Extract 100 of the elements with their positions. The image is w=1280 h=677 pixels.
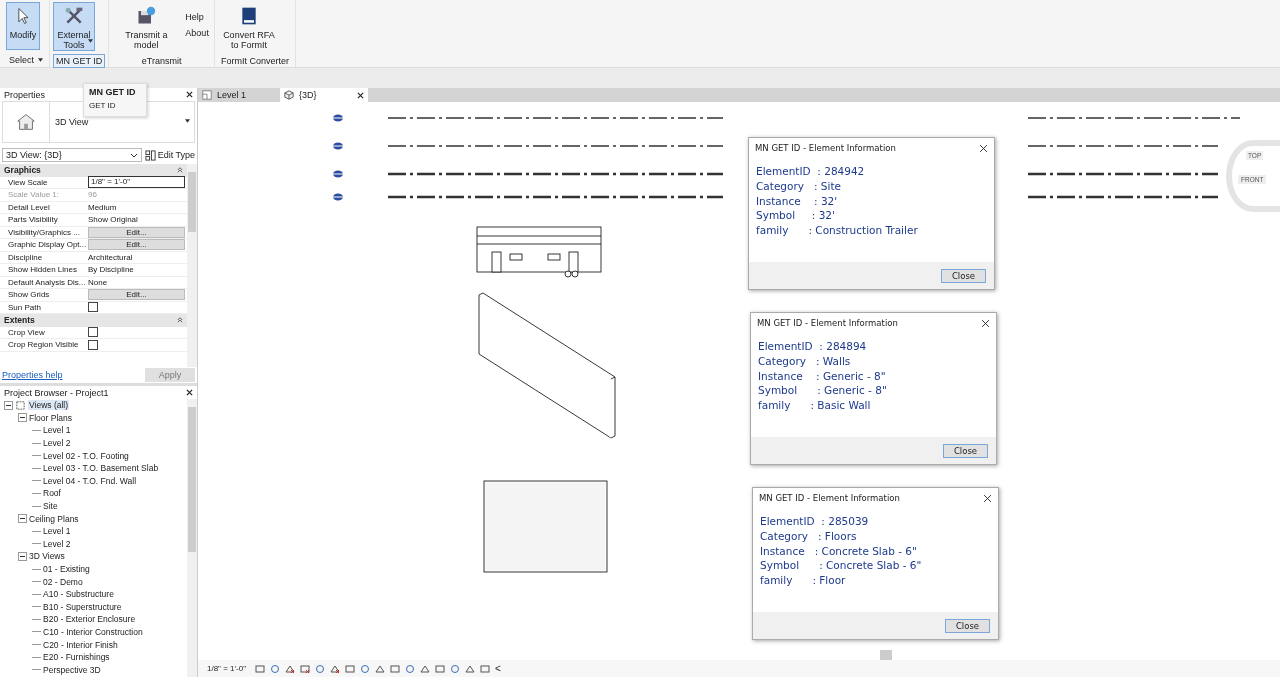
tooltip-title: MN GET ID: [89, 87, 137, 97]
tree-item[interactable]: Level 1: [43, 425, 71, 436]
ribbon-button[interactable]: Modify: [6, 2, 40, 50]
tree-item[interactable]: Floor Plans: [29, 412, 72, 423]
checkbox[interactable]: [88, 327, 98, 338]
panel-title[interactable]: MN GET ID: [53, 54, 106, 68]
tree-item[interactable]: C20 - Interior Finish: [43, 639, 118, 650]
info-line: ElementID : 285039: [760, 514, 870, 529]
view-control-icon[interactable]: [285, 663, 295, 674]
section-header[interactable]: Extents: [0, 314, 187, 327]
section-header[interactable]: Graphics: [0, 164, 187, 177]
close-icon[interactable]: [983, 493, 992, 503]
tree-item[interactable]: Level 2: [43, 438, 71, 449]
view-tab[interactable]: Level 1: [198, 88, 280, 102]
close-button[interactable]: Close: [943, 443, 988, 458]
level-marker-icon: [332, 142, 344, 150]
property-label: Default Analysis Dis...: [7, 277, 87, 287]
tree-item[interactable]: 01 - Existing: [43, 564, 90, 574]
close-icon[interactable]: [981, 318, 990, 328]
property-label: Visibility/Graphics ...: [7, 227, 81, 237]
expander-icon[interactable]: [18, 413, 27, 423]
tree-item[interactable]: 3D Views: [29, 551, 65, 562]
view-control-icon[interactable]: [270, 663, 280, 674]
info-line: ElementID : 284894: [758, 339, 868, 354]
close-icon[interactable]: [357, 91, 364, 99]
tree-item[interactable]: 02 - Demo: [43, 576, 83, 587]
view-tab[interactable]: {3D}: [280, 88, 368, 102]
close-button[interactable]: Close: [945, 618, 990, 633]
edit-button[interactable]: Edit...: [88, 289, 185, 301]
checkbox[interactable]: [88, 339, 98, 350]
scrollbar-thumb[interactable]: [880, 650, 892, 660]
property-label: Show Grids: [7, 290, 51, 300]
view-control-icon[interactable]: [405, 663, 415, 674]
ribbon-button[interactable]: External Tools: [53, 2, 95, 51]
dialog-title: MN GET ID - Element Information: [755, 143, 896, 153]
checkbox[interactable]: [88, 302, 98, 313]
chevron-icon: [129, 152, 138, 158]
edit-type-button[interactable]: Edit Type: [144, 149, 195, 161]
ribbon-button[interactable]: Help: [183, 12, 211, 22]
expander-icon[interactable]: [18, 551, 27, 561]
property-label: Crop View: [7, 327, 46, 337]
info-line: family : Construction Trailer: [756, 223, 919, 238]
tree-item[interactable]: B20 - Exterior Enclosure: [43, 614, 136, 625]
close-icon[interactable]: [186, 91, 193, 98]
close-button[interactable]: Close: [941, 268, 986, 283]
close-icon[interactable]: [186, 389, 193, 396]
view-control-icon[interactable]: [465, 663, 475, 674]
tree-item[interactable]: C10 - Interior Construction: [43, 627, 143, 637]
floppy-globe-icon: [136, 6, 157, 26]
tree-item[interactable]: B10 - Superstructure: [43, 601, 122, 612]
view-control-icon[interactable]: [390, 663, 400, 674]
caret-icon: [185, 119, 190, 123]
panel-title[interactable]: Select: [6, 53, 46, 67]
tree-item[interactable]: Ceiling Plans: [29, 513, 79, 524]
view-control-icon[interactable]: [480, 663, 490, 674]
tree-item[interactable]: E20 - Furnishings: [43, 652, 110, 663]
view-control-icon[interactable]: [435, 663, 445, 674]
collapse-arrow[interactable]: <: [495, 663, 501, 674]
ribbon-button[interactable]: About: [183, 28, 211, 38]
view-control-icon[interactable]: [315, 663, 325, 674]
tree-item[interactable]: A10 - Substructure: [43, 589, 114, 600]
edit-button[interactable]: Edit...: [88, 239, 185, 251]
view-scale[interactable]: 1/8" = 1'-0": [207, 664, 246, 673]
panel-title[interactable]: FormIt Converter: [217, 54, 292, 68]
view-control-icon[interactable]: [450, 663, 460, 674]
tree-item[interactable]: Roof: [43, 488, 61, 499]
tree-item[interactable]: Level 2: [43, 538, 71, 549]
view-control-icon[interactable]: [330, 663, 340, 674]
panel-title: Properties: [4, 89, 46, 100]
property-value: By Discipline: [88, 265, 134, 275]
info-line: Symbol : 32': [756, 208, 836, 224]
edit-button[interactable]: Edit...: [88, 226, 185, 238]
expander-icon[interactable]: [4, 400, 13, 410]
property-input[interactable]: 1/8" = 1'-0": [88, 176, 185, 189]
tree-item[interactable]: Level 03 - T.O. Basement Slab: [43, 463, 159, 474]
view-control-icon[interactable]: [360, 663, 370, 674]
view-control-icon[interactable]: [255, 663, 265, 674]
scrollbar[interactable]: [187, 399, 197, 677]
tree-item[interactable]: Level 02 - T.O. Footing: [43, 450, 129, 461]
view-control-icon[interactable]: [420, 663, 430, 674]
property-value: Show Original: [88, 215, 138, 225]
close-icon[interactable]: [979, 143, 988, 153]
tree-item[interactable]: Level 1: [43, 526, 71, 537]
expander-icon[interactable]: [18, 514, 27, 524]
scrollbar[interactable]: [187, 164, 197, 367]
property-value: Architectural: [88, 252, 133, 262]
help-link[interactable]: Properties help: [2, 370, 63, 380]
view-control-icon[interactable]: [375, 663, 385, 674]
dialog-title: MN GET ID - Element Information: [759, 493, 900, 503]
view-control-icon[interactable]: [300, 663, 310, 674]
ribbon-button[interactable]: Transmit a model: [112, 2, 181, 51]
ribbon-button[interactable]: Convert RFA to FormIt: [217, 2, 280, 51]
view-control-icon[interactable]: [345, 663, 355, 674]
tree-item[interactable]: Level 04 - T.O. Fnd. Wall: [43, 475, 137, 486]
view-selector[interactable]: 3D View: {3D}: [2, 148, 142, 162]
panel-title[interactable]: eTransmit: [138, 54, 185, 68]
tree-item[interactable]: Site: [43, 501, 58, 512]
tree-item[interactable]: Perspective 3D: [43, 664, 101, 675]
house-icon: [15, 111, 37, 133]
tree-item[interactable]: Views (all): [28, 400, 70, 411]
